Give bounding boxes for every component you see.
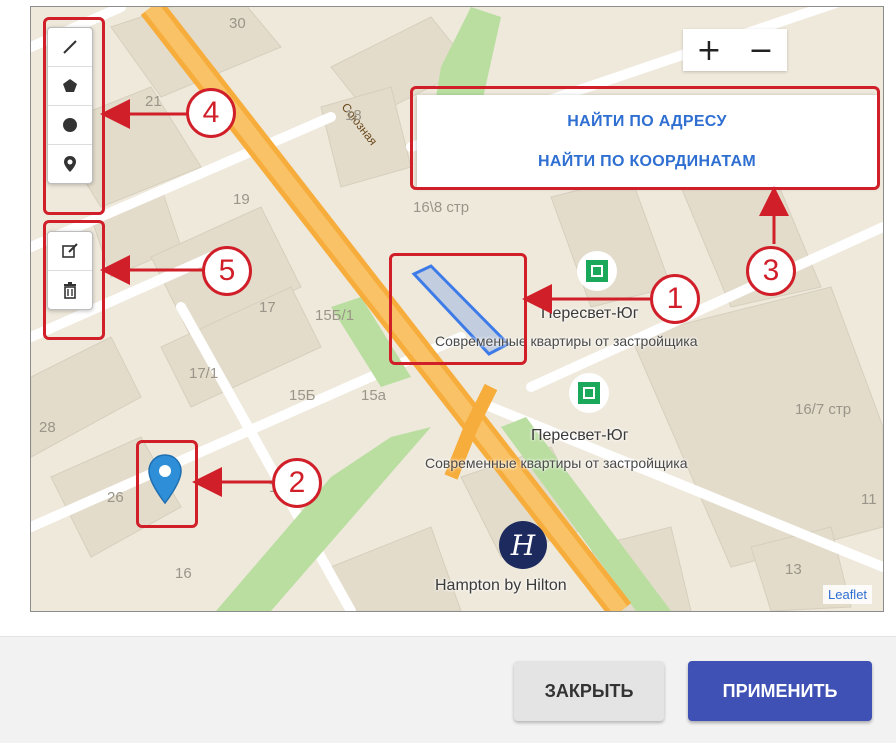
annotation-badge-1: 1 — [650, 274, 700, 324]
dialog-footer: ЗАКРЫТЬ ПРИМЕНИТЬ — [0, 636, 896, 743]
building-number: 30 — [229, 15, 246, 32]
building-number: 26 — [107, 489, 124, 506]
poi-name: Пересвет-Юг — [541, 305, 639, 322]
building-number: 16/7 стр — [795, 401, 852, 418]
annotation-box-marker — [136, 440, 198, 528]
annotation-badge-4: 4 — [186, 88, 236, 138]
building-number: 13 — [785, 561, 802, 578]
zoom-in-button[interactable]: + — [683, 29, 735, 71]
building-number: 17/1 — [189, 365, 219, 382]
hotel-name: Hampton by Hilton — [435, 577, 567, 594]
building-number: 15Б — [289, 387, 316, 404]
apply-button[interactable]: ПРИМЕНИТЬ — [688, 661, 872, 721]
building-number: 19 — [233, 191, 250, 208]
zoom-control: + − — [683, 29, 787, 71]
annotation-box-search — [410, 86, 880, 190]
poi-name: Пересвет-Юг — [531, 427, 629, 444]
building-number: 16\8 стр — [413, 199, 470, 216]
annotation-box-draw-tools — [43, 17, 105, 215]
building-number: 28 — [39, 419, 56, 436]
poi-subtitle: Современные квартиры от застройщика — [425, 455, 688, 471]
hotel-logo-letter: H — [510, 528, 536, 562]
hotel-marker[interactable]: H — [499, 521, 547, 569]
attribution-link[interactable]: Leaflet — [823, 585, 873, 604]
annotation-badge-3: 3 — [746, 246, 796, 296]
building-number: 11 — [861, 491, 877, 508]
close-button[interactable]: ЗАКРЫТЬ — [514, 661, 664, 721]
annotation-box-polygon — [389, 253, 527, 365]
building-number: 21 — [145, 93, 162, 110]
building-icon — [578, 382, 600, 404]
zoom-out-button[interactable]: − — [735, 29, 787, 71]
building-number: 18 — [345, 107, 362, 124]
building-number: 17 — [259, 299, 276, 316]
building-icon — [586, 260, 608, 282]
annotation-badge-5: 5 — [202, 246, 252, 296]
building-number: 15Б/1 — [315, 307, 355, 324]
poi-marker[interactable] — [577, 251, 617, 291]
annotation-box-edit-tools — [43, 220, 105, 340]
poi-marker[interactable] — [569, 373, 609, 413]
building-number: 16 — [175, 565, 192, 582]
annotation-badge-2: 2 — [272, 458, 322, 508]
building-number: 15а — [361, 387, 387, 404]
